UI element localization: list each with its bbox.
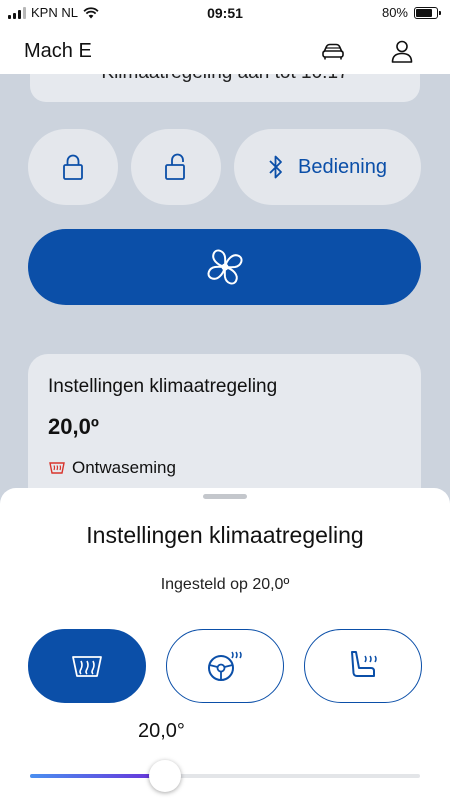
lock-icon [63,154,83,180]
bediening-button[interactable]: Bediening [234,129,421,205]
card-temperature: 20,0º [48,414,99,439]
temperature-slider-fill [30,774,167,778]
battery-percent: 80% [381,5,408,20]
status-right: 80% [381,5,441,20]
rear-defrost-icon [72,656,102,677]
heated-steering-wheel-icon [208,651,242,681]
status-bar: KPN NL 09:51 80% [0,0,450,26]
fan-icon [206,249,243,285]
unlock-icon [165,153,185,180]
rear-defrost-icon [49,462,65,474]
climate-fan-button[interactable] [28,229,421,305]
temperature-slider-track[interactable] [30,774,420,778]
sheet-grabber[interactable] [203,494,247,499]
defrost-label: Ontwaseming [72,458,176,477]
heated-seat-icon [351,651,377,677]
app-header: Mach E [0,26,450,74]
temperature-slider-thumb[interactable] [149,760,181,792]
bediening-label: Bediening [298,155,387,178]
vehicle-title: Mach E [24,40,92,62]
climate-status-banner: Klimaatregeling aan tot 10:17 [30,74,420,102]
rear-defrost-toggle[interactable] [28,629,146,703]
user-icon[interactable] [389,38,415,64]
climate-settings-sheet: Instellingen klimaatregeling Ingesteld o… [0,488,450,800]
heated-seat-toggle[interactable] [304,629,422,703]
sheet-subtitle: Ingesteld op 20,0º [160,576,290,593]
heated-steering-toggle[interactable] [166,629,284,703]
card-title: Instellingen klimaatregeling [48,376,278,397]
unlock-button[interactable] [131,129,221,205]
lock-button[interactable] [28,129,118,205]
sheet-title: Instellingen klimaatregeling [86,522,364,548]
car-icon[interactable] [320,38,346,64]
battery-icon [414,6,441,19]
defrost-status: Ontwaseming [48,458,401,478]
slider-value-label: 20,0° [138,720,185,742]
bluetooth-icon [269,155,282,179]
